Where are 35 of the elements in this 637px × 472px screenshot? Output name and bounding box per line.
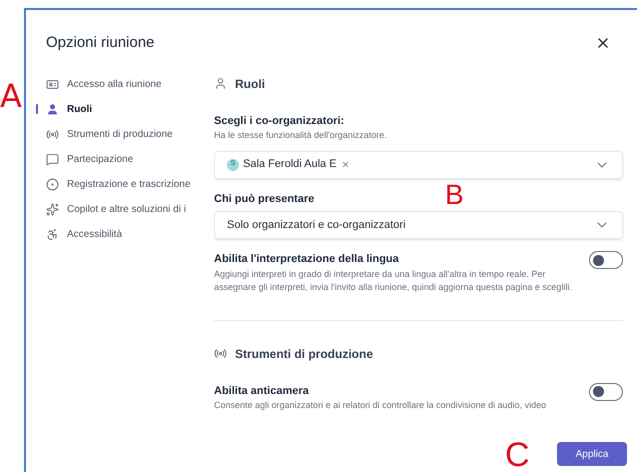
toggle-switch[interactable] [589, 251, 623, 269]
annotation-letter: A [0, 80, 22, 112]
apply-button[interactable]: Applica [557, 442, 627, 466]
sidebar-item[interactable]: Accessibilità [36, 224, 214, 244]
annotation-letter: B [445, 181, 464, 209]
toggle-switch[interactable] [589, 382, 623, 400]
chip-name: Sala Feroldi Aula E [243, 157, 337, 172]
setting-description: Consente agli organizzatori e ai relatori di controllare la condivisione di audio, video [214, 399, 548, 412]
record-icon [46, 178, 59, 190]
dialog-title: Opzioni riunione [46, 33, 154, 53]
section-heading: Strumenti di produzione [235, 346, 373, 362]
setting-label: Scegli i co-organizzatori: [214, 114, 344, 128]
broadcast-icon [46, 128, 59, 140]
accessibility-icon [46, 228, 59, 240]
broadcast-icon [214, 347, 227, 360]
sidebar-item[interactable]: Ruoli [36, 100, 214, 118]
sidebar-item[interactable]: Partecipazione [36, 150, 214, 168]
setting-label: Chi può presentare [214, 192, 314, 206]
section-heading: Ruoli [235, 76, 265, 92]
person-icon [46, 102, 59, 116]
annotation-letter: C [505, 438, 530, 472]
chat-icon [46, 152, 59, 166]
dropdown-field[interactable]: Solo organizzatori e co-organizzatori [214, 211, 623, 239]
sidebar-item[interactable]: Accesso alla riunione [36, 74, 214, 94]
setting-label: Abilita anticamera [214, 384, 310, 398]
sidebar-item[interactable]: Copilot e altre soluzioni di i [36, 200, 214, 218]
person-icon [214, 77, 227, 90]
sidebar-item[interactable]: Strumenti di produzione [36, 124, 214, 144]
setting-description: Aggiungi interpreti in grado di interpretare da una lingua all'altra in tempo reale. Per assegnare gli interpreti, invia l'invito alla riunione, quindi aggiorna questa pagina e sceglili. [214, 268, 573, 294]
setting-description: Ha le stesse funzionalità dell'organizzatore. [214, 129, 388, 142]
id-card-icon [46, 78, 59, 90]
setting-label: Abilita l'interpretazione della lingua [214, 252, 400, 267]
sparkle-icon [46, 202, 59, 216]
remove-icon[interactable] [340, 160, 350, 169]
sidebar-item[interactable]: Registrazione e trascrizione [36, 174, 214, 194]
